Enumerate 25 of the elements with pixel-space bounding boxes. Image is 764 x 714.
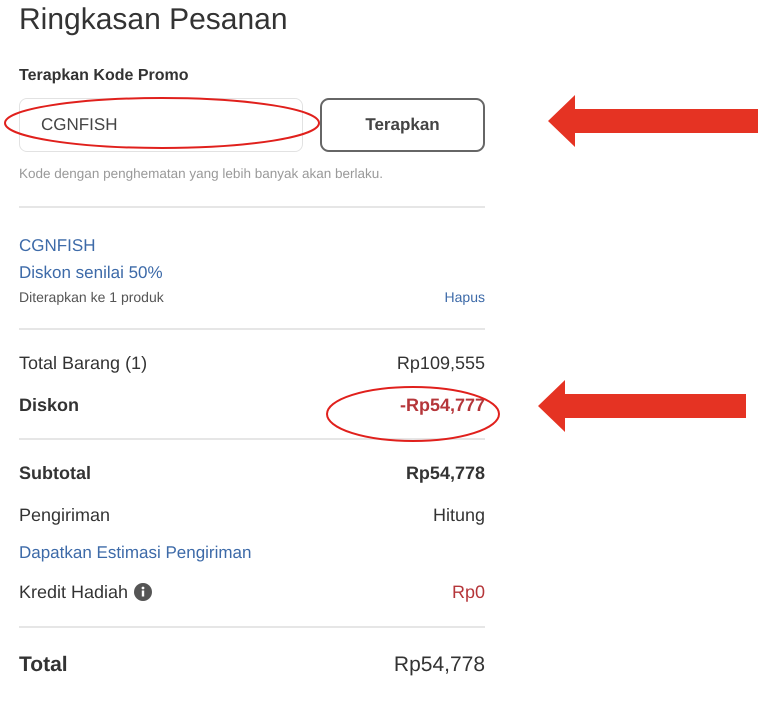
estimate-shipping-link[interactable]: Dapatkan Estimasi Pengiriman [19,536,252,570]
discount-description: Diskon senilai 50% [19,262,164,284]
row-label: Total Barang (1) [19,352,148,374]
row-label: Subtotal [19,462,91,484]
info-icon[interactable] [134,583,152,601]
applied-note: Diterapkan ke 1 produk [19,288,164,307]
apply-button[interactable]: Terapkan [320,98,485,152]
promo-code-field[interactable]: CGNFISH [19,98,303,152]
row-label: Pengiriman [19,504,110,526]
arrow-icon [548,95,758,147]
promo-code: CGNFISH [19,235,96,257]
row-value: Rp109,555 [396,352,485,374]
row-value: -Rp54,777 [400,394,485,416]
row-value: Rp0 [452,582,485,602]
promo-label: Terapkan Kode Promo [19,66,190,86]
remove-link[interactable]: Hapus [444,286,485,308]
arrow-icon [538,380,746,432]
row-value: Rp54,778 [406,462,485,484]
page-title: Ringkasan Pesanan [19,2,289,38]
row-value: Rp54,778 [394,653,485,677]
row-label: Diskon [19,394,80,416]
row-label: Kredit Hadiah [19,582,128,602]
promo-hint: Kode dengan penghematan yang lebih banyak akan berlaku. [19,165,384,183]
row-value: Hitung [432,504,485,526]
row-label: Total [19,653,68,677]
